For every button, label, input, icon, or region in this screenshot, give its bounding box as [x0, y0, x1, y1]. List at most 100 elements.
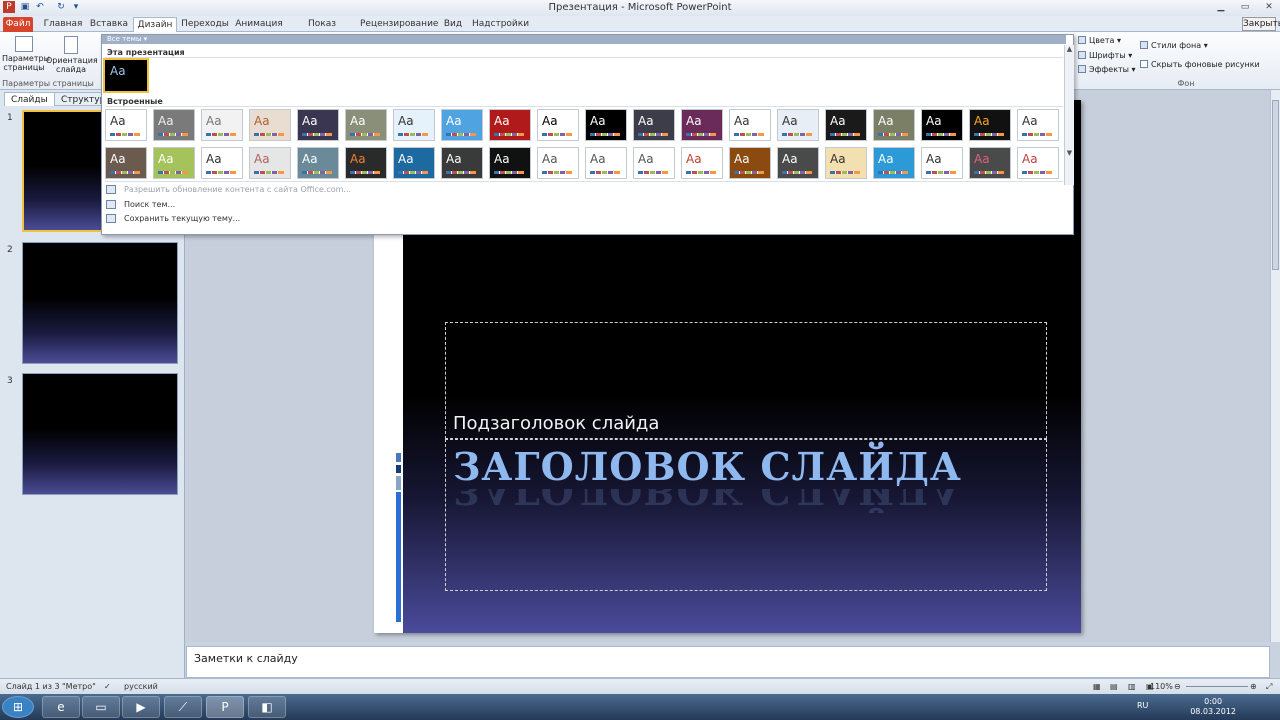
spellcheck-icon[interactable]: ✓ [104, 682, 111, 691]
explorer-taskbar-icon[interactable]: ▭ [82, 696, 120, 718]
app2-taskbar-icon[interactable]: ◧ [248, 696, 286, 718]
view-normal-icon[interactable]: ▦ [1093, 682, 1101, 691]
theme-tile[interactable]: Aa [921, 147, 963, 179]
vertical-scrollbar[interactable] [1270, 90, 1280, 642]
theme-aa: Aa [686, 114, 702, 128]
input-language[interactable]: RU [1137, 701, 1148, 710]
theme-tile[interactable]: Aa [441, 109, 483, 141]
theme-tile[interactable]: Aa [345, 147, 387, 179]
theme-tile[interactable]: Aa [585, 147, 627, 179]
theme-tile[interactable]: Aa [489, 147, 531, 179]
theme-tile[interactable]: Aa [537, 147, 579, 179]
media-player-taskbar-icon[interactable]: ▶ [122, 696, 160, 718]
menu-save-theme[interactable]: Сохранить текущую тему... [106, 214, 240, 223]
theme-tile[interactable]: Aa [969, 147, 1011, 179]
clock[interactable]: 0:00 08.03.2012 [1190, 697, 1236, 717]
theme-tile[interactable]: Aa [201, 147, 243, 179]
tab-home[interactable]: Главная [40, 17, 86, 32]
theme-tile[interactable]: Aa [105, 109, 147, 141]
gallery-header[interactable]: Все темы ▾ [102, 35, 1066, 44]
theme-tile[interactable]: Aa [249, 147, 291, 179]
tab-design[interactable]: Дизайн [133, 17, 177, 32]
slide-thumbnail-2[interactable] [22, 242, 178, 364]
theme-tile[interactable]: Aa [249, 109, 291, 141]
start-button[interactable]: ⊞ [2, 696, 34, 718]
view-sorter-icon[interactable]: ▤ [1110, 682, 1118, 691]
close-button[interactable]: Закрыть [1242, 17, 1280, 31]
theme-tile[interactable]: Aa [201, 109, 243, 141]
theme-tile[interactable]: Aa [297, 109, 339, 141]
theme-tile[interactable]: Aa [1017, 109, 1059, 141]
ie-taskbar-icon[interactable]: e [42, 696, 80, 718]
theme-tile[interactable]: Aa [633, 147, 675, 179]
fonts-button[interactable]: Шрифты ▾ [1078, 51, 1132, 60]
theme-color-swatches [158, 133, 188, 136]
theme-tile[interactable]: Aa [297, 147, 339, 179]
powerpoint-taskbar-icon[interactable]: P [206, 696, 244, 718]
theme-tile[interactable]: Aa [681, 109, 723, 141]
theme-tile[interactable]: Aa [585, 109, 627, 141]
bg-styles-button[interactable]: Стили фона ▾ [1140, 41, 1208, 50]
zoom-in-icon[interactable]: ⊕ [1250, 682, 1257, 691]
theme-tile[interactable]: Aa [153, 109, 195, 141]
tab-review[interactable]: Рецензирование [360, 17, 438, 32]
tab-slideshow[interactable]: Показ слайдов [290, 17, 354, 43]
theme-tile[interactable]: Aa [681, 147, 723, 179]
theme-tile[interactable]: Aa [393, 109, 435, 141]
theme-tile[interactable]: Aa [777, 109, 819, 141]
orientation-button[interactable]: Ориентация слайда [46, 36, 98, 74]
notes-pane[interactable]: Заметки к слайду [186, 646, 1270, 678]
page-setup-button[interactable]: Параметры страницы [2, 36, 50, 72]
view-reading-icon[interactable]: ▥ [1128, 682, 1136, 691]
theme-name[interactable]: "Метро" [62, 682, 96, 691]
theme-tile[interactable]: Aa [825, 109, 867, 141]
tab-addins[interactable]: Надстройки [472, 17, 529, 32]
theme-tile[interactable]: Aa [921, 109, 963, 141]
tab-file[interactable]: Файл [3, 17, 33, 32]
colors-button[interactable]: Цвета ▾ [1078, 36, 1121, 45]
language-indicator[interactable]: русский [124, 682, 158, 691]
effects-button[interactable]: Эффекты ▾ [1078, 65, 1136, 74]
tab-slides[interactable]: Слайды [4, 92, 55, 106]
fit-slide-icon[interactable]: ⤢ [1266, 682, 1272, 692]
theme-tile[interactable]: Aa [633, 109, 675, 141]
theme-tile[interactable]: Aa [537, 109, 579, 141]
theme-tile[interactable]: Aa [1017, 147, 1059, 179]
tab-insert[interactable]: Вставка [88, 17, 130, 32]
theme-tile[interactable]: Aa [729, 109, 771, 141]
tab-view[interactable]: Вид [438, 17, 468, 32]
menu-browse-themes[interactable]: Поиск тем... [106, 200, 175, 209]
minimize-icon[interactable]: ▁ [1210, 1, 1232, 13]
theme-tile[interactable]: Aa [825, 147, 867, 179]
theme-color-swatches [350, 171, 380, 174]
theme-color-swatches [782, 133, 812, 136]
hide-bg-checkbox[interactable]: Скрыть фоновые рисунки [1140, 60, 1260, 69]
maximize-icon[interactable]: ▭ [1234, 1, 1256, 13]
tab-animations[interactable]: Анимация [233, 17, 285, 32]
theme-tile[interactable]: Aa [873, 147, 915, 179]
tab-transitions[interactable]: Переходы [180, 17, 230, 32]
zoom-out-icon[interactable]: ⊖ [1174, 682, 1181, 691]
gallery-scrollbar[interactable]: ▲ ▼ [1064, 45, 1074, 185]
zoom-level[interactable]: 110% [1150, 682, 1173, 691]
theme-aa: Aa [206, 114, 222, 128]
close-window-icon[interactable]: ✕ [1258, 1, 1280, 13]
app-taskbar-icon[interactable]: ⟋ [164, 696, 202, 718]
theme-aa: Aa [590, 152, 606, 166]
theme-tile[interactable]: Aa [489, 109, 531, 141]
theme-tile[interactable]: Aa [777, 147, 819, 179]
theme-tile[interactable]: Aa [729, 147, 771, 179]
theme-tile[interactable]: Aa [105, 147, 147, 179]
scrollbar-thumb[interactable] [1272, 100, 1279, 270]
theme-tile[interactable]: Aa [393, 147, 435, 179]
group-background-label: Фон [1177, 79, 1195, 88]
slide-thumbnail-3[interactable] [22, 373, 178, 495]
current-theme-tile[interactable]: Aa [103, 58, 149, 93]
theme-aa: Aa [590, 114, 606, 128]
theme-tile[interactable]: Aa [441, 147, 483, 179]
theme-tile[interactable]: Aa [969, 109, 1011, 141]
zoom-slider[interactable] [1186, 686, 1248, 687]
theme-tile[interactable]: Aa [345, 109, 387, 141]
theme-tile[interactable]: Aa [153, 147, 195, 179]
theme-tile[interactable]: Aa [873, 109, 915, 141]
